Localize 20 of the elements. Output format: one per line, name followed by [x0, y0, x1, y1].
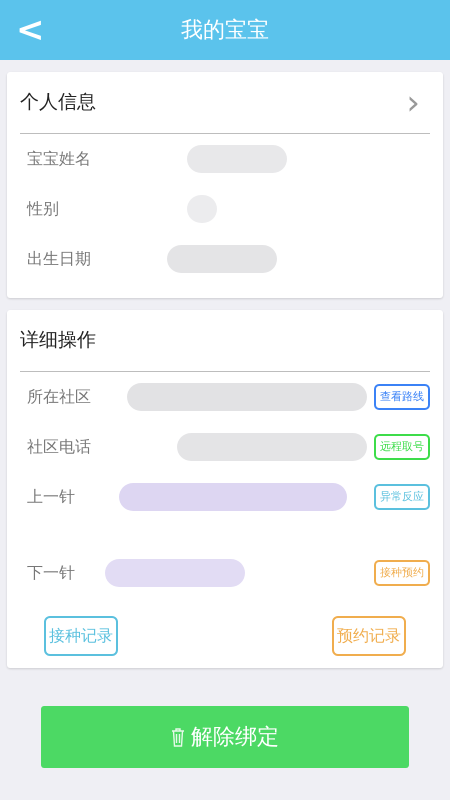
action-button[interactable]: 查看路线	[374, 384, 430, 410]
section-title: 详细操作	[20, 328, 96, 354]
page-title: 我的宝宝	[181, 16, 269, 44]
field-label: 出生日期	[27, 248, 92, 270]
record-button[interactable]: 预约记录	[332, 616, 406, 656]
action-button[interactable]: 远程取号	[374, 434, 430, 460]
field-label: 下一针	[27, 562, 76, 584]
section-title: 个人信息	[20, 90, 96, 116]
back-button[interactable]: <	[12, 13, 48, 47]
record-button[interactable]: 接种记录	[44, 616, 118, 656]
field-label: 社区电话	[27, 436, 92, 458]
action-button[interactable]: 异常反应	[374, 484, 430, 510]
field-label: 上一针	[27, 486, 76, 508]
field-label: 宝宝姓名	[27, 148, 92, 170]
field-label: 所在社区	[27, 386, 92, 408]
action-button[interactable]: 接种预约	[374, 560, 430, 586]
trash-icon	[171, 727, 185, 747]
chevron-button[interactable]: ›	[406, 86, 430, 120]
field-label: 性别	[27, 198, 60, 220]
unbind-button[interactable]: 解除绑定	[41, 706, 409, 768]
